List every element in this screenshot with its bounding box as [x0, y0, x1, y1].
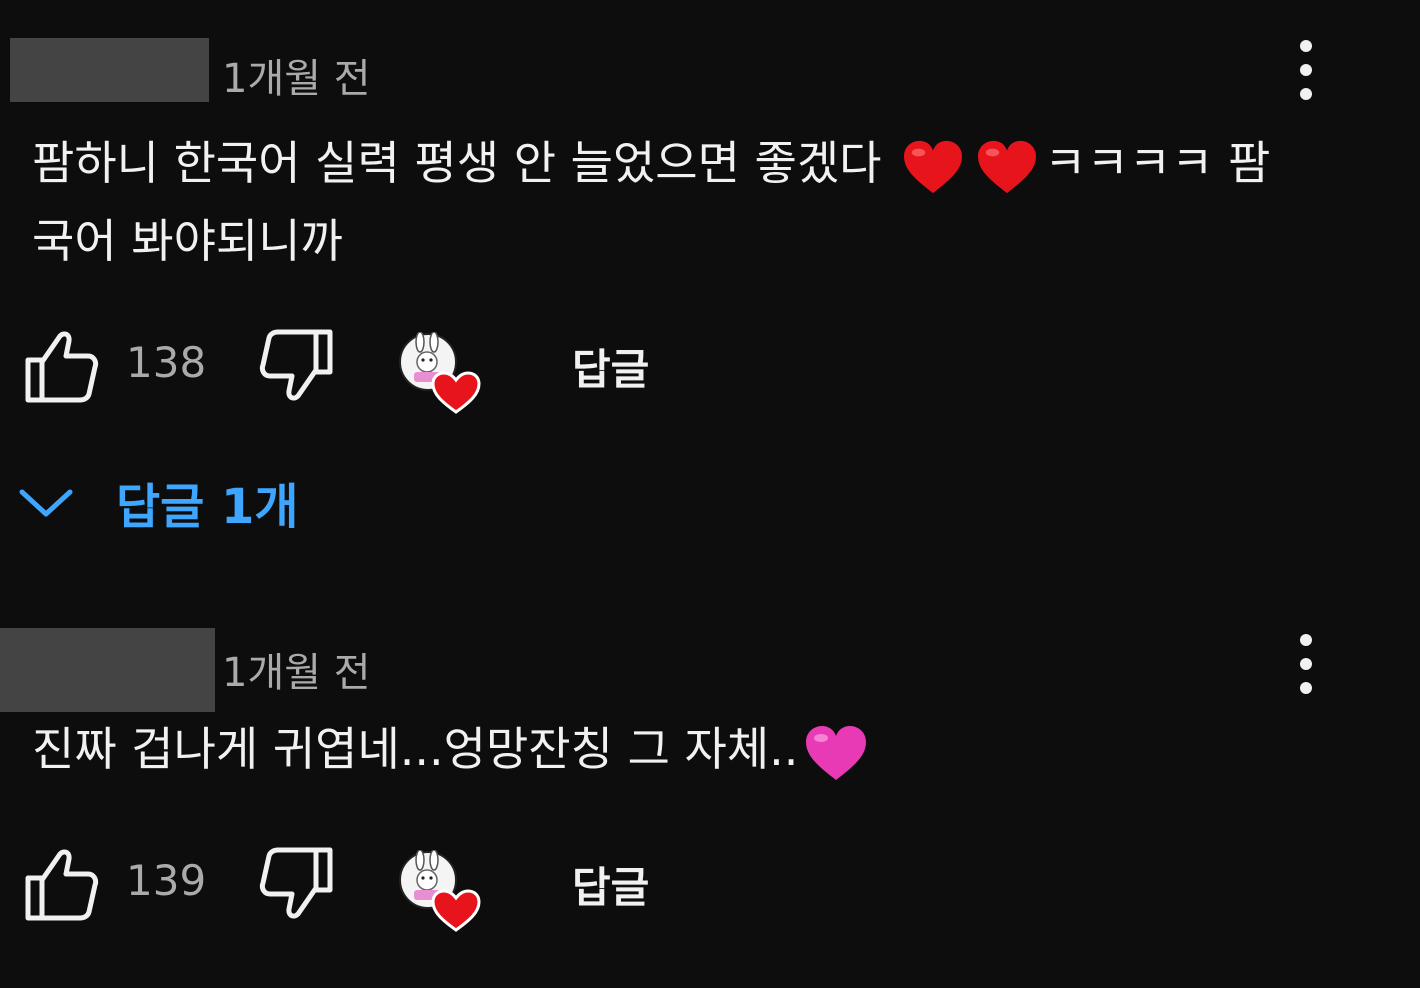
creator-heart-badge	[396, 849, 486, 932]
like-button[interactable]	[24, 328, 100, 404]
creator-heart-badge	[396, 331, 486, 414]
red-heart-emoji-icon	[978, 140, 1037, 193]
reply-button[interactable]: 답글	[572, 336, 649, 397]
comment-time[interactable]: 1개월 전	[222, 46, 371, 104]
comment-menu-button[interactable]	[1286, 630, 1326, 700]
comment-text: 진짜 겁나게 귀엽네...엉망잔칭 그 자체..	[32, 710, 874, 788]
comment-actions: 138 답글	[0, 326, 800, 414]
comment-menu-button[interactable]	[1286, 36, 1326, 106]
like-button[interactable]	[24, 846, 100, 922]
replies-count-label[interactable]: 답글 1개	[116, 467, 299, 537]
comment-text-part-2: ㅋㅋㅋㅋ 팜	[1044, 136, 1271, 190]
dislike-button[interactable]	[258, 846, 334, 922]
like-count: 139	[126, 856, 207, 905]
thumbs-down-icon	[259, 329, 333, 401]
like-count: 138	[126, 338, 207, 387]
author-name-redacted[interactable]	[0, 628, 215, 712]
thumbs-up-icon	[25, 331, 99, 403]
comments-page: 1개월 전 팜하니 한국어 실력 평생 안 늘었으면 좋겠다 ㅋㅋㅋㅋ 팜 국어…	[0, 0, 1420, 988]
reply-button[interactable]: 답글	[572, 854, 649, 915]
view-replies-button[interactable]: 답글 1개	[18, 467, 299, 537]
comment-text-line-1: 진짜 겁나게 귀엽네...엉망잔칭 그 자체..	[32, 710, 874, 788]
comment-text-part-1: 진짜 겁나게 귀엽네...엉망잔칭 그 자체..	[32, 722, 799, 776]
chevron-down-icon	[19, 489, 73, 517]
comment-text-line-1: 팜하니 한국어 실력 평생 안 늘었으면 좋겠다 ㅋㅋㅋㅋ 팜	[32, 124, 1270, 202]
author-name-redacted[interactable]	[10, 38, 209, 102]
thumbs-down-icon	[259, 847, 333, 919]
red-heart-emoji-icon	[904, 140, 963, 193]
creator-heart-icon	[399, 849, 481, 932]
comment-text-part-1: 팜하니 한국어 실력 평생 안 늘었으면 좋겠다	[32, 136, 897, 190]
thumbs-up-icon	[25, 849, 99, 921]
comment-text-line-2: 국어 봐야되니까	[32, 214, 343, 268]
comment-time[interactable]: 1개월 전	[222, 640, 371, 698]
comment-text: 팜하니 한국어 실력 평생 안 늘었으면 좋겠다 ㅋㅋㅋㅋ 팜 국어 봐야되니까	[32, 124, 1270, 280]
vertical-dots-icon	[1300, 634, 1312, 694]
creator-heart-icon	[399, 331, 481, 414]
pink-heart-emoji-icon	[806, 725, 867, 780]
dislike-button[interactable]	[258, 328, 334, 404]
vertical-dots-icon	[1300, 40, 1312, 100]
comment-actions: 139 답글	[0, 844, 800, 932]
